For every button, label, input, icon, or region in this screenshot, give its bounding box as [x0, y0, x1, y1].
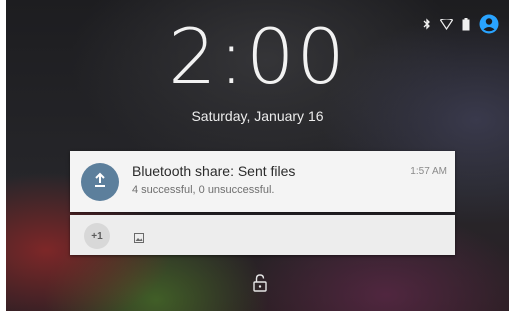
notification-text: 4 successful, 0 unsuccessful. [132, 184, 275, 196]
more-count-badge: +1 [84, 223, 110, 249]
lock-open-icon[interactable] [253, 274, 267, 297]
image-icon [134, 230, 144, 248]
notification-icon-circle [81, 163, 119, 201]
lock-screen: 2:00 Saturday, January 16 Bluetooth shar… [6, 0, 509, 311]
lockscreen-date: Saturday, January 16 [191, 108, 324, 124]
lockscreen-clock: 2:00 [168, 12, 347, 101]
upload-icon [93, 172, 107, 193]
bluetooth-notification[interactable]: Bluetooth share: Sent files 4 successful… [70, 151, 455, 212]
more-notifications-row[interactable]: +1 [70, 215, 455, 255]
notification-time: 1:57 AM [410, 166, 447, 177]
notification-title: Bluetooth share: Sent files [132, 163, 296, 179]
